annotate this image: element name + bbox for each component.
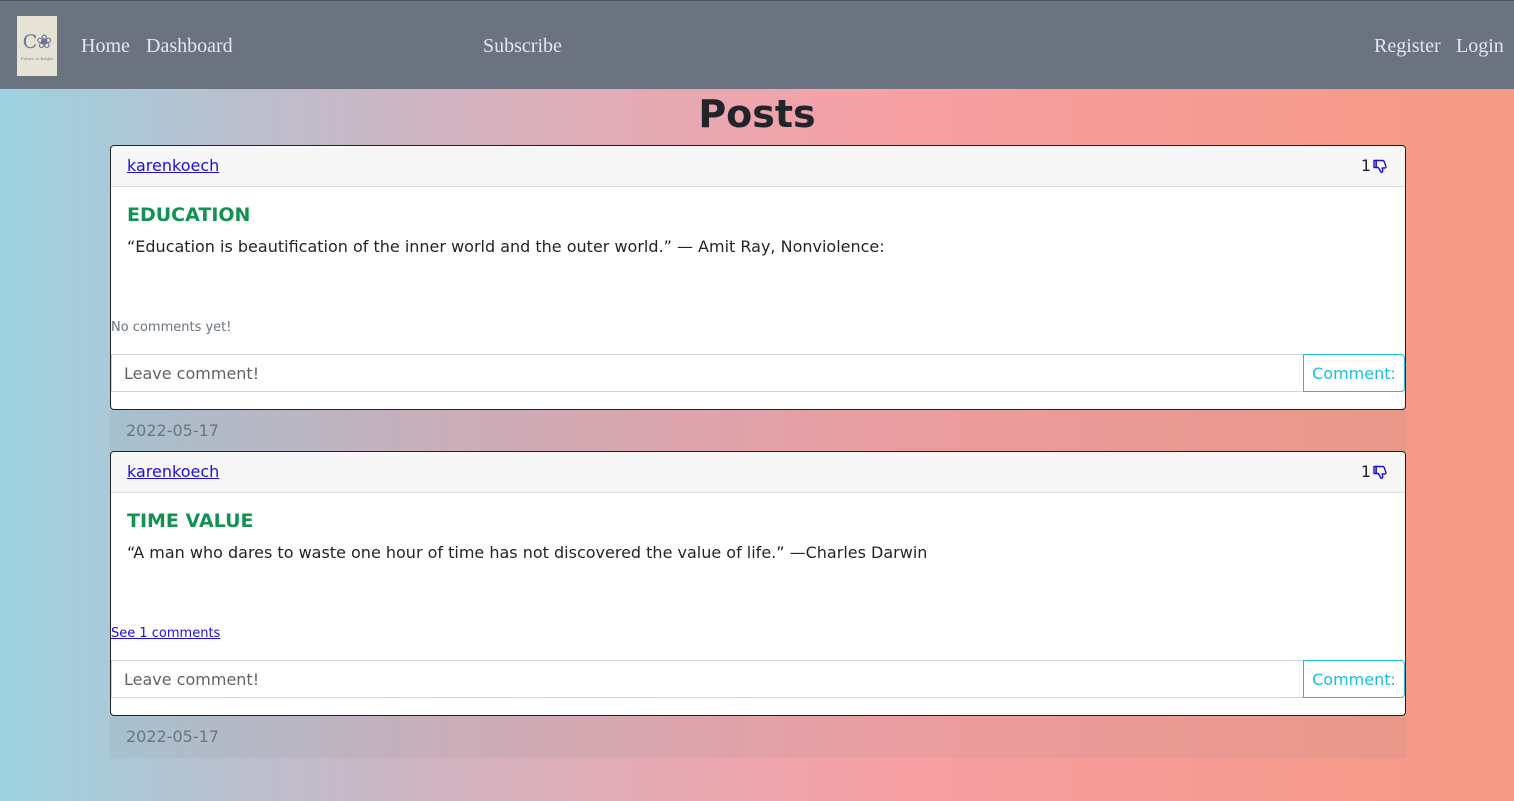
nav-dashboard-link[interactable]: Dashboard	[146, 34, 233, 58]
post-title: TIME VALUE	[127, 510, 254, 532]
post-card: karenkoech 1 EDUCATION “Education is bea…	[110, 145, 1406, 410]
author-link[interactable]: karenkoech	[127, 156, 219, 176]
post-body: “A man who dares to waste one hour of ti…	[127, 543, 928, 562]
likes-counter: 1	[1361, 462, 1389, 482]
site-logo[interactable]: C❀ Future is Bright	[17, 16, 57, 76]
likes-counter: 1	[1361, 156, 1389, 176]
navbar: C❀ Future is Bright Home Dashboard Subsc…	[0, 0, 1514, 89]
logo-mark: C❀	[22, 30, 52, 53]
post-card-header: karenkoech 1	[111, 146, 1405, 187]
comment-button[interactable]: Comment:	[1303, 660, 1405, 698]
author-link[interactable]: karenkoech	[127, 462, 219, 482]
logo-tagline: Future is Bright	[20, 55, 54, 61]
nav-register-link[interactable]: Register	[1374, 34, 1441, 58]
post-body: “Education is beautification of the inne…	[127, 237, 885, 256]
comment-input[interactable]	[111, 660, 1304, 698]
post-title: EDUCATION	[127, 204, 251, 226]
post-date: 2022-05-17	[126, 727, 219, 746]
comment-input[interactable]	[111, 354, 1304, 392]
thumbs-down-icon[interactable]	[1373, 158, 1389, 174]
post-date: 2022-05-17	[126, 421, 219, 440]
likes-count: 1	[1360, 156, 1371, 175]
nav-home-link[interactable]: Home	[81, 34, 130, 58]
post-card-header: karenkoech 1	[111, 452, 1405, 493]
likes-count: 1	[1360, 462, 1371, 481]
post-card: karenkoech 1 TIME VALUE “A man who dares…	[110, 451, 1406, 716]
nav-subscribe-link[interactable]: Subscribe	[483, 34, 562, 58]
post-date-footer: 2022-05-17	[110, 716, 1406, 758]
page-title: Posts	[698, 92, 816, 136]
comments-status: No comments yet!	[111, 320, 232, 335]
nav-login-link[interactable]: Login	[1456, 34, 1504, 58]
post-date-footer: 2022-05-17	[110, 410, 1406, 452]
thumbs-down-icon[interactable]	[1373, 464, 1389, 480]
comment-button[interactable]: Comment:	[1303, 354, 1405, 392]
see-comments-link[interactable]: See 1 comments	[111, 626, 220, 642]
